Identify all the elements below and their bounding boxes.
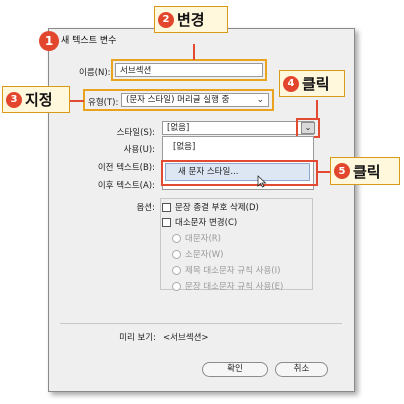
step-5-marker: 5 (334, 163, 350, 179)
option-label: 소문자(W) (185, 250, 224, 260)
mouse-cursor-icon (257, 175, 267, 188)
options-label: 옵션: (136, 203, 155, 213)
checkbox[interactable] (162, 202, 171, 212)
style-select-value: [없음] (167, 123, 190, 133)
option-sentence-case: 문장 대소문자 규칙 사용(E) (172, 280, 283, 292)
type-label: 유형(T): (88, 98, 119, 108)
type-select-value: (문자 스타일) 머리글 실행 중 (126, 95, 230, 105)
callout-change: 2 변경 (154, 6, 228, 33)
option-change-case[interactable]: 대소문자 변경(C) (162, 216, 237, 228)
callout-text: 변경 (177, 11, 205, 29)
cancel-button[interactable]: 취소 (275, 362, 328, 377)
option-lowercase: 소문자(W) (172, 248, 224, 260)
preview-value: <서브섹션> (163, 333, 209, 343)
connector-line (317, 171, 331, 173)
radio (172, 265, 181, 275)
before-text-label: 이전 텍스트(B): (97, 163, 155, 173)
callout-text: 클릭 (353, 162, 381, 181)
step-2-marker: 2 (158, 11, 174, 28)
option-title-case: 제목 대소문자 규칙 사용(I) (172, 264, 280, 276)
use-label: 사용(U): (123, 145, 155, 155)
name-label: 이름(N): (79, 68, 111, 78)
callout-text: 지정 (25, 91, 53, 109)
after-text-label: 이후 텍스트(A): (97, 181, 155, 191)
preview-label: 미리 보기: (119, 333, 156, 343)
option-label: 제목 대소문자 규칙 사용(I) (185, 266, 281, 276)
chevron-down-icon: ⌄ (256, 95, 264, 105)
divider (60, 323, 342, 324)
connector-line (70, 100, 84, 102)
ok-button[interactable]: 확인 (202, 362, 268, 377)
name-field[interactable]: 서브섹션 (115, 63, 263, 77)
connector-line (316, 100, 318, 119)
dialog-title: 새 텍스트 변수 (61, 36, 117, 46)
connector-line (193, 44, 195, 60)
dropdown-item-none[interactable]: [없음] (163, 140, 313, 154)
radio (172, 281, 181, 291)
type-select[interactable]: (문자 스타일) 머리글 실행 중 ⌄ (121, 93, 269, 107)
dropdown-item-new-char-style[interactable]: 새 문자 스타일... (165, 163, 310, 181)
option-label: 문장 대소문자 규칙 사용(E) (185, 282, 284, 292)
chevron-down-icon[interactable]: ⌄ (301, 122, 315, 134)
option-label: 문장 종결 부호 삭제(D) (175, 203, 259, 213)
step-1-marker: 1 (39, 31, 59, 51)
radio (172, 233, 181, 243)
option-label: 대문자(R) (185, 234, 221, 244)
callout-text: 클릭 (302, 75, 330, 93)
callout-click-new-style: 5 클릭 (330, 157, 400, 185)
step-4-marker: 4 (283, 75, 299, 92)
radio (172, 249, 181, 259)
callout-specify: 3 지정 (2, 86, 70, 113)
option-uppercase: 대문자(R) (172, 232, 221, 244)
callout-click-dropdown: 4 클릭 (279, 70, 345, 97)
style-select[interactable]: [없음] (162, 121, 314, 135)
option-label: 대소문자 변경(C) (175, 218, 238, 228)
checkbox[interactable] (162, 217, 171, 227)
step-3-marker: 3 (6, 91, 22, 108)
option-remove-punctuation[interactable]: 문장 종결 부호 삭제(D) (162, 201, 259, 213)
style-label: 스타일(S): (116, 128, 155, 138)
